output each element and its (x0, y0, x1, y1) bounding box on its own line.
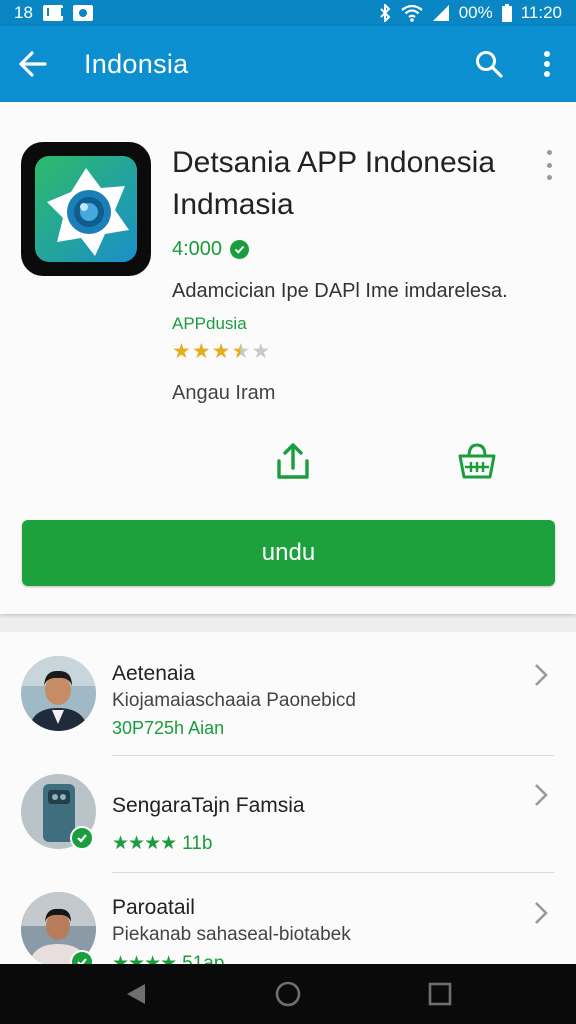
nav-home-button[interactable] (258, 964, 318, 1024)
app-logo-icon (35, 156, 137, 262)
status-left-text: 18 (14, 3, 33, 22)
app-category[interactable]: APPdusia (172, 314, 247, 334)
list-item-meta: 30P725h Aian (112, 718, 225, 738)
chevron-right-icon (528, 898, 554, 928)
overflow-menu-button[interactable] (518, 26, 576, 102)
nav-home-icon (275, 981, 301, 1007)
eye-notification-icon (72, 5, 93, 21)
signal-icon (432, 5, 449, 21)
list-item[interactable]: Paroatail Piekanab sahaseal-biotabek ★★★… (0, 874, 576, 972)
search-button[interactable] (460, 26, 518, 102)
nav-recents-icon (428, 982, 452, 1006)
list-item-title: Paroatail (112, 896, 195, 919)
share-icon (277, 443, 309, 479)
person-avatar-icon (21, 656, 96, 731)
verified-badge-icon (230, 240, 250, 259)
share-button[interactable] (268, 436, 318, 486)
list-item-title: Aetenaia (112, 662, 195, 685)
more-vert-icon (544, 51, 550, 77)
wifi-icon (401, 4, 423, 22)
more-dot-icon (546, 150, 552, 155)
list-item-rating: ★★★★ 11b (112, 832, 212, 855)
star-empty-icon: ★ (251, 340, 271, 363)
more-dot-icon (546, 162, 552, 168)
list-item[interactable]: Aetenaia Kiojamaiaschaaia Paonebicd 30P7… (0, 632, 576, 756)
avatar (21, 656, 96, 731)
list-item[interactable]: SengaraTajn Famsia ★★★★ 11b (0, 756, 576, 874)
star-icon: ★ (211, 340, 231, 363)
app-detail-card: Detsania APP Indonesia Indmasia 4:000 Ad… (0, 102, 576, 614)
app-name-line1: Detsania APP Indonesia (172, 146, 496, 179)
bluetooth-icon (379, 4, 391, 22)
download-count: 4:000 (172, 238, 250, 261)
card-more-button[interactable] (536, 148, 562, 182)
list-item-meta: 11b (182, 832, 213, 854)
back-arrow-icon (19, 51, 47, 77)
divider (112, 872, 554, 873)
basket-icon (458, 443, 496, 479)
download-button[interactable]: undu (22, 520, 555, 586)
list-item-subtitle: Kiojamaiaschaaia Paonebicd (112, 690, 356, 711)
list-item-subtitle: Piekanab sahaseal-biotabek (112, 924, 351, 945)
star-half-icon: ★ (231, 340, 251, 363)
wishlist-button[interactable] (452, 436, 502, 486)
battery-percent: 00% (458, 3, 493, 22)
chevron-right-icon (528, 780, 554, 810)
app-icon[interactable] (21, 142, 151, 276)
star-icon: ★ (191, 340, 211, 363)
verified-badge-icon (70, 826, 94, 850)
related-list: Aetenaia Kiojamaiaschaaia Paonebicd 30P7… (0, 632, 576, 972)
app-subtitle: Angau Iram (172, 382, 276, 404)
nav-back-button[interactable] (106, 964, 166, 1024)
mail-notification-icon (42, 5, 63, 21)
battery-icon (501, 4, 512, 22)
rating-stars: ★ ★ ★ ★ ★ (172, 340, 270, 364)
nav-recents-button[interactable] (410, 964, 470, 1024)
rating-stars-text: ★★★★ (112, 833, 177, 854)
search-icon (476, 51, 503, 78)
chevron-right-icon (528, 660, 554, 690)
star-icon: ★ (172, 340, 191, 363)
list-item-title: SengaraTajn Famsia (112, 794, 305, 817)
more-dot-icon (546, 175, 552, 180)
status-bar: 18 00% 11:20 (0, 0, 576, 26)
clock: 11:20 (520, 3, 562, 22)
back-button[interactable] (0, 26, 66, 102)
page-title: Indonsia (84, 48, 189, 79)
app-name-line2: Indmasia (172, 188, 294, 221)
download-count-text: 4:000 (172, 238, 223, 260)
developer-name[interactable]: Adamcician Ipe DAPl Ime imdarelesa. (172, 280, 508, 303)
app-name: Detsania APP Indonesia Indmasia (172, 142, 532, 226)
nav-back-icon (127, 984, 145, 1004)
system-nav-bar (0, 964, 576, 1024)
app-bar: Indonsia (0, 26, 576, 102)
